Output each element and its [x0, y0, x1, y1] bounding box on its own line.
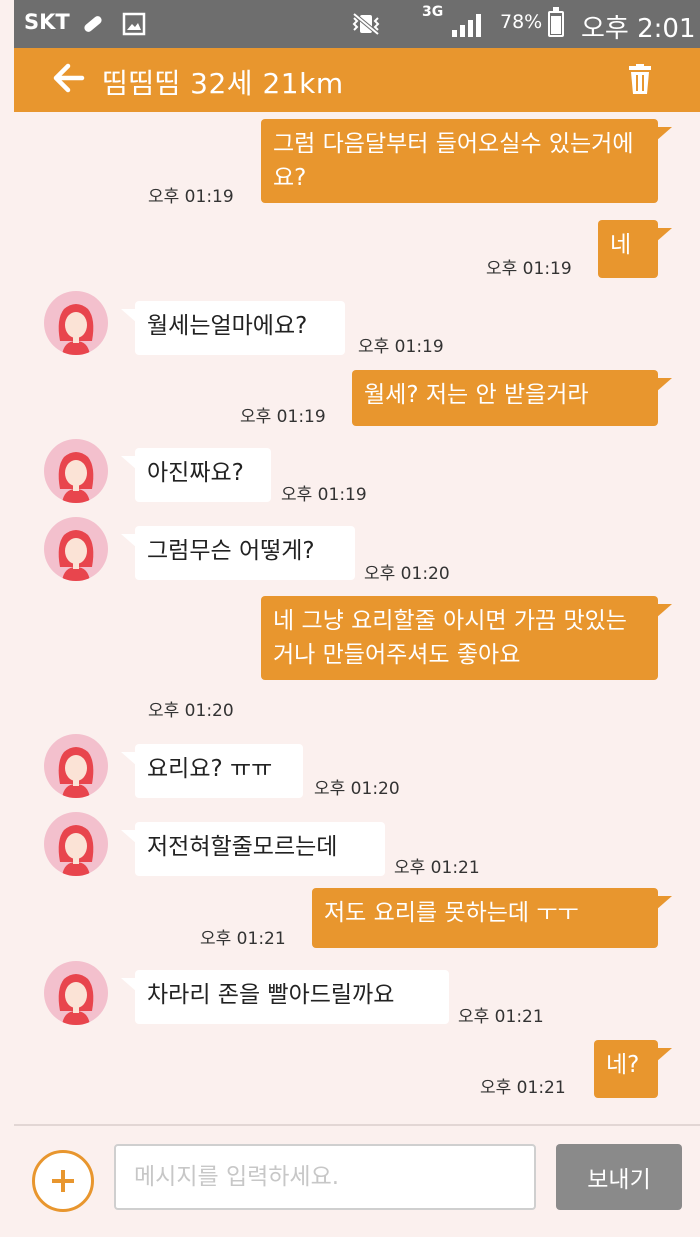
message-time: 오후 01:21 — [458, 1007, 544, 1027]
status-bar: SKT 3G 78% 오후 2:01 — [14, 0, 700, 48]
contact-avatar[interactable] — [44, 734, 108, 798]
outgoing-message[interactable]: 저도 요리를 못하는데 ㅜㅜ — [312, 888, 672, 948]
network-type: 3G — [422, 4, 444, 20]
battery-percent: 78% — [500, 11, 543, 33]
contact-avatar[interactable] — [44, 291, 108, 355]
message-time: 오후 01:19 — [358, 337, 444, 357]
status-clock: 오후 2:01 — [581, 14, 696, 44]
chat-header: 띰띰띰 32세 21km — [14, 48, 700, 112]
incoming-message[interactable]: 아진짜요? — [121, 448, 271, 502]
message-time: 오후 01:19 — [148, 187, 234, 207]
chat-title: 띰띰띰 32세 21km — [102, 67, 344, 100]
incoming-message[interactable]: 요리요? ㅠㅠ — [121, 744, 303, 798]
message-time: 오후 01:20 — [148, 701, 234, 721]
message-time: 오후 01:19 — [240, 407, 326, 427]
message-time: 오후 01:20 — [364, 564, 450, 584]
composer-bar: 보내기 — [14, 1124, 700, 1237]
contact-avatar[interactable] — [44, 517, 108, 581]
trash-icon[interactable] — [628, 64, 652, 94]
message-time: 오후 01:21 — [394, 858, 480, 878]
message-list[interactable]: 오후 01:19 그럼 다음달부터 들어오실수 있는거에요? 오후 01:19 … — [14, 112, 700, 1124]
gallery-icon — [122, 12, 146, 41]
signal-icon — [450, 12, 490, 43]
vibrate-mute-icon — [348, 12, 384, 41]
send-button[interactable]: 보내기 — [556, 1144, 682, 1210]
incoming-message[interactable]: 그럼무슨 어떻게? — [121, 526, 355, 580]
back-arrow-icon[interactable] — [52, 58, 86, 107]
outgoing-message[interactable]: 네 그냥 요리할줄 아시면 가끔 맛있는거나 만들어주셔도 좋아요 — [261, 596, 672, 680]
pencil-icon — [80, 12, 106, 41]
contact-avatar[interactable] — [44, 961, 108, 1025]
plus-icon[interactable] — [32, 1150, 94, 1212]
battery-icon — [548, 7, 564, 37]
message-input[interactable] — [114, 1144, 536, 1210]
contact-avatar[interactable] — [44, 812, 108, 876]
message-time: 오후 01:21 — [200, 929, 286, 949]
outgoing-message[interactable]: 월세? 저는 안 받을거라 — [352, 370, 672, 426]
incoming-message[interactable]: 저전혀할줄모르는데 — [121, 822, 385, 876]
carrier-label: SKT — [24, 10, 70, 34]
outgoing-message[interactable]: 네? — [594, 1040, 672, 1098]
outgoing-message[interactable]: 그럼 다음달부터 들어오실수 있는거에요? — [261, 119, 672, 203]
message-time: 오후 01:19 — [281, 485, 367, 505]
message-time: 오후 01:20 — [314, 779, 400, 799]
incoming-message[interactable]: 차라리 존을 빨아드릴까요 — [121, 970, 449, 1024]
incoming-message[interactable]: 월세는얼마에요? — [121, 301, 345, 355]
message-time: 오후 01:21 — [480, 1078, 566, 1098]
outgoing-message[interactable]: 네 — [598, 220, 672, 278]
contact-avatar[interactable] — [44, 439, 108, 503]
message-time: 오후 01:19 — [486, 259, 572, 279]
